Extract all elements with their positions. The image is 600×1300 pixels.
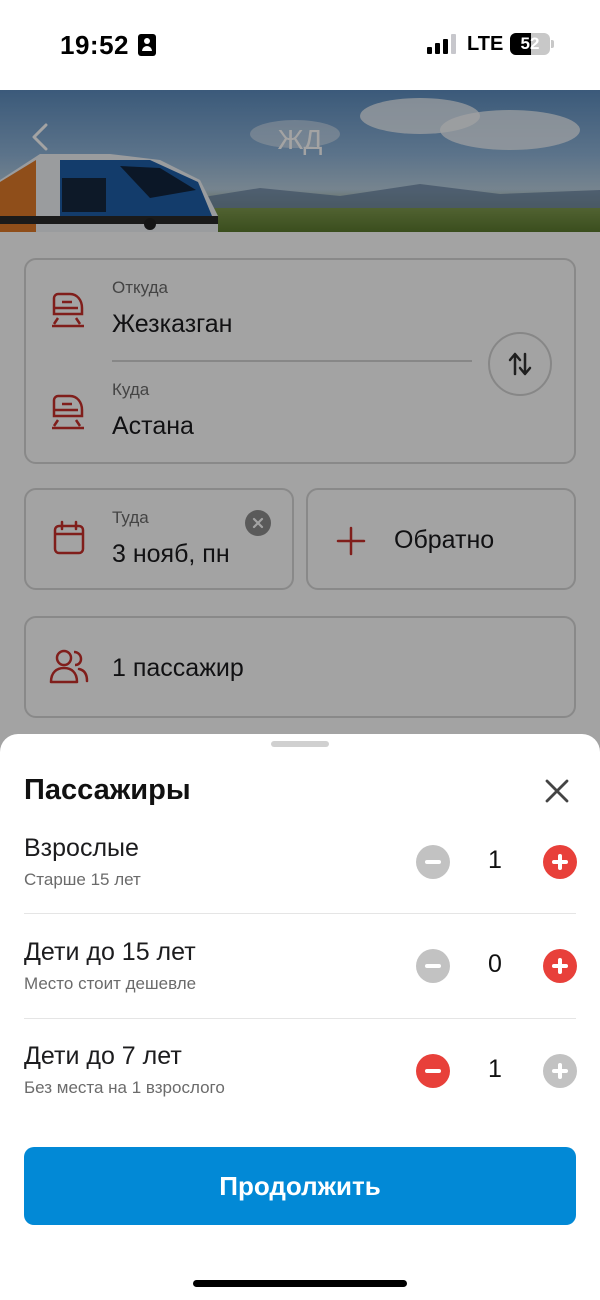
passengers-sheet: Пассажиры Взрослые Старше 15 лет 1 Дети … — [0, 734, 600, 1300]
children-7-minus-button[interactable] — [416, 1054, 450, 1088]
status-bar: 19:52 LTE 52 — [0, 0, 600, 90]
battery-icon: 52 — [510, 33, 550, 55]
children-15-minus-button[interactable] — [416, 949, 450, 983]
adults-minus-button[interactable] — [416, 845, 450, 879]
children-15-count: 0 — [488, 950, 502, 978]
network-type: LTE — [467, 33, 504, 55]
home-indicator — [193, 1280, 407, 1287]
children-15-title: Дети до 15 лет — [24, 938, 196, 966]
row-divider — [24, 1018, 576, 1019]
adults-count: 1 — [488, 846, 502, 874]
status-time: 19:52 — [60, 30, 129, 60]
sheet-grabber[interactable] — [271, 741, 329, 747]
row-divider — [24, 913, 576, 914]
contact-card-icon — [138, 34, 156, 56]
children-15-subtitle: Место стоит дешевле — [24, 974, 197, 993]
adults-row: Взрослые Старше 15 лет 1 — [24, 834, 577, 938]
adults-subtitle: Старше 15 лет — [24, 870, 141, 889]
signal-icon — [427, 34, 457, 54]
sheet-title: Пассажиры — [24, 774, 191, 806]
children-15-row: Дети до 15 лет Место стоит дешевле 0 — [24, 938, 577, 1042]
battery-tip — [551, 40, 554, 48]
adults-title: Взрослые — [24, 834, 139, 862]
children-7-plus-button[interactable] — [543, 1054, 577, 1088]
battery-level: 52 — [520, 34, 540, 53]
close-icon[interactable] — [540, 774, 574, 808]
adults-plus-button[interactable] — [543, 845, 577, 879]
children-7-subtitle: Без места на 1 взрослого — [24, 1078, 225, 1097]
children-7-title: Дети до 7 лет — [24, 1042, 182, 1070]
children-7-row: Дети до 7 лет Без места на 1 взрослого 1 — [24, 1042, 577, 1146]
continue-button[interactable]: Продолжить — [24, 1147, 576, 1225]
children-15-plus-button[interactable] — [543, 949, 577, 983]
children-7-count: 1 — [488, 1055, 502, 1083]
